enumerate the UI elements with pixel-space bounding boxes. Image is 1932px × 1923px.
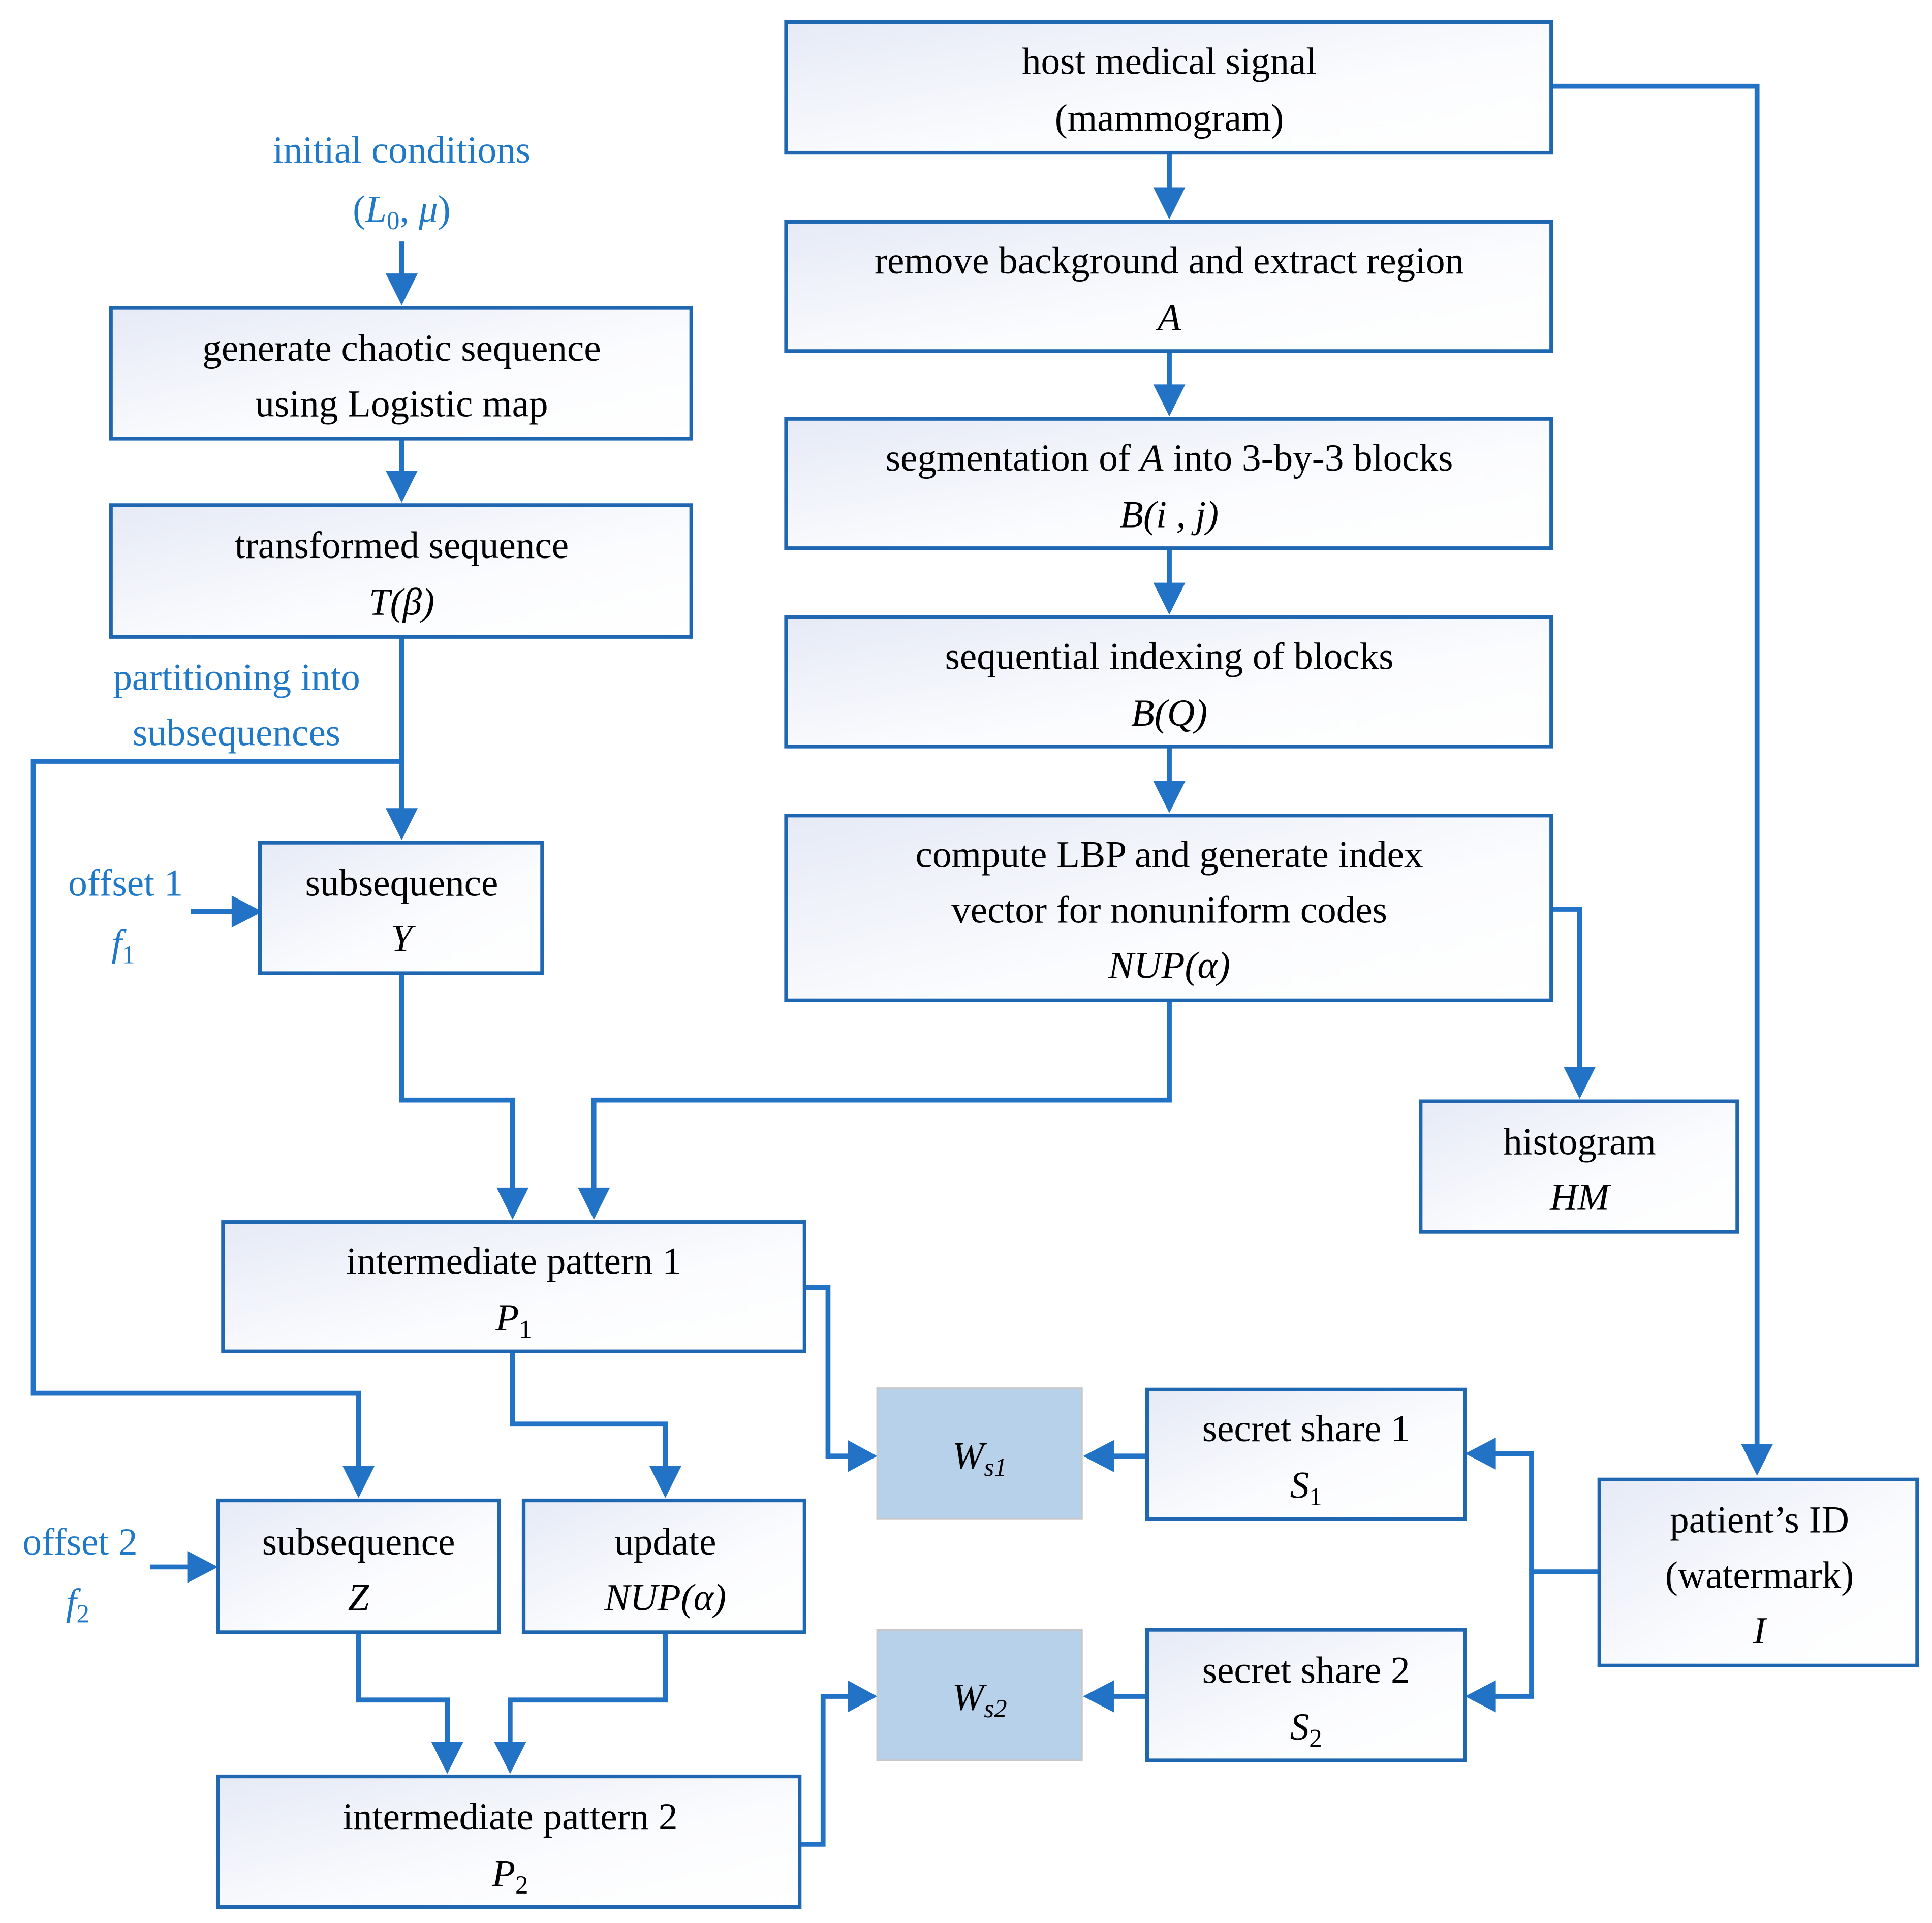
box-subsequence-z: subsequence Z: [216, 1498, 501, 1634]
offset1-label: offset 1: [68, 862, 183, 904]
box-text: segmentation of A into 3-by-3 blocks: [886, 437, 1453, 479]
arrowhead-left-icon: [1083, 1440, 1114, 1472]
arrowhead-down-icon: [1153, 384, 1186, 417]
box-text: patient’s ID: [1670, 1499, 1849, 1541]
offset2-symbol: f2: [66, 1581, 89, 1629]
box-subsequence-y: subsequence Y: [258, 841, 544, 975]
box-text: (watermark): [1665, 1555, 1854, 1597]
connector-patient-id-to-shares: [1486, 1451, 1598, 1699]
box-symbol: Z: [348, 1576, 370, 1619]
box-text: intermediate pattern 2: [342, 1796, 677, 1838]
connector-lbp-to-pattern1: [591, 1000, 1172, 1198]
arrowhead-right-icon: [848, 1680, 878, 1713]
box-host-medical-signal: host medical signal (mammogram): [784, 20, 1553, 155]
box-text: secret share 1: [1202, 1408, 1410, 1450]
box-symbol: Y: [391, 917, 416, 959]
box-text: generate chaotic sequence: [202, 327, 601, 369]
connector-lbp-to-histogram: [1551, 907, 1582, 1078]
box-text: using Logistic map: [255, 383, 548, 425]
arrowhead-down-icon: [385, 471, 418, 503]
arrowhead-right-icon: [848, 1440, 878, 1472]
arrowhead-down-icon: [1153, 582, 1186, 615]
box-generate-chaotic-sequence: generate chaotic sequence using Logistic…: [109, 306, 693, 441]
box-text: sequential indexing of blocks: [945, 635, 1394, 677]
arrowhead-down-icon: [385, 808, 418, 841]
arrowhead-down-icon: [1153, 781, 1186, 813]
box-symbol: I: [1753, 1610, 1767, 1652]
connector-pattern1-to-ws1: [805, 1285, 857, 1459]
box-secret-share-2: secret share 2 S2: [1145, 1628, 1467, 1762]
box-text: histogram: [1503, 1121, 1656, 1163]
box-text: host medical signal: [1022, 40, 1317, 82]
box-text: subsequence: [305, 862, 498, 904]
box-remove-background: remove background and extract region A: [784, 220, 1553, 353]
box-text: secret share 2: [1202, 1649, 1410, 1691]
arrowhead-down-icon: [649, 1466, 681, 1498]
box-segmentation: segmentation of A into 3-by-3 blocks B(i…: [784, 417, 1553, 550]
arrowhead-left-icon: [1465, 1437, 1496, 1470]
offset1-symbol: f1: [111, 922, 135, 970]
arrowhead-down-icon: [1564, 1067, 1596, 1099]
arrowhead-down-icon: [1153, 187, 1186, 220]
box-text: remove background and extract region: [875, 240, 1464, 282]
box-update-nup: update NUP(α): [521, 1498, 806, 1634]
arrowhead-right-icon: [187, 1550, 219, 1583]
arrowhead-down-icon: [385, 273, 418, 306]
box-compute-lbp: compute LBP and generate index vector fo…: [784, 814, 1553, 1002]
box-transformed-sequence: transformed sequence T(β): [109, 503, 693, 639]
connector-subseq-z-to-pattern2: [356, 1633, 450, 1752]
connector-update-to-pattern2: [507, 1633, 668, 1752]
offset2-label: offset 2: [23, 1521, 138, 1563]
box-symbol: B(i , j): [1120, 494, 1219, 536]
connector-host-to-patient-id: [1551, 83, 1760, 1454]
initial-conditions-label: initial conditions (L0, μ): [273, 129, 531, 235]
box-text: (mammogram): [1055, 97, 1284, 139]
box-histogram: histogram HM: [1419, 1099, 1739, 1234]
connector-pattern1-to-update: [510, 1351, 668, 1476]
initial-parameters: (L0, μ): [353, 188, 451, 235]
box-intermediate-pattern-1: intermediate pattern 1 P1: [221, 1220, 806, 1353]
box-intermediate-pattern-2: intermediate pattern 2 P2: [216, 1774, 802, 1909]
box-text: intermediate pattern 1: [346, 1240, 681, 1283]
box-text: subsequence: [262, 1521, 455, 1563]
arrowhead-right-icon: [231, 895, 263, 928]
arrowhead-down-icon: [496, 1187, 529, 1220]
arrowhead-down-icon: [342, 1466, 375, 1498]
box-sequential-indexing: sequential indexing of blocks B(Q): [784, 615, 1553, 749]
arrowhead-left-icon: [1465, 1680, 1496, 1713]
arrowhead-down-icon: [578, 1187, 610, 1220]
box-watermark-share-ws1: Ws1: [876, 1387, 1083, 1520]
box-text: compute LBP and generate index: [916, 834, 1423, 876]
partitioning-label-line2: subsequences: [133, 712, 340, 754]
box-symbol: NUP(α): [604, 1576, 726, 1619]
box-symbol: HM: [1549, 1176, 1611, 1218]
arrowhead-down-icon: [1741, 1444, 1773, 1476]
connector-pattern2-to-ws2: [801, 1694, 857, 1847]
box-symbol: NUP(α): [1108, 945, 1230, 987]
box-symbol: T(β): [369, 581, 434, 624]
box-symbol: B(Q): [1131, 692, 1207, 734]
box-secret-share-1: secret share 1 S1: [1145, 1387, 1467, 1521]
flowchart-diagram: initial conditions (L0, μ) partitioning …: [23, 20, 1919, 1909]
partitioning-label-line1: partitioning into: [113, 656, 360, 698]
box-text: transformed sequence: [235, 524, 569, 567]
initial-conditions-text: initial conditions: [273, 129, 531, 171]
box-symbol: A: [1155, 297, 1181, 339]
connector-subseq-y-to-pattern1: [399, 974, 515, 1198]
box-watermark-share-ws2: Ws2: [876, 1629, 1083, 1761]
arrowhead-left-icon: [1083, 1680, 1114, 1713]
arrowhead-down-icon: [431, 1742, 463, 1774]
box-text: update: [614, 1521, 716, 1563]
box-patient-id: patient’s ID (watermark) I: [1597, 1477, 1919, 1668]
arrowhead-down-icon: [494, 1742, 526, 1774]
box-text: vector for nonuniform codes: [951, 889, 1387, 932]
